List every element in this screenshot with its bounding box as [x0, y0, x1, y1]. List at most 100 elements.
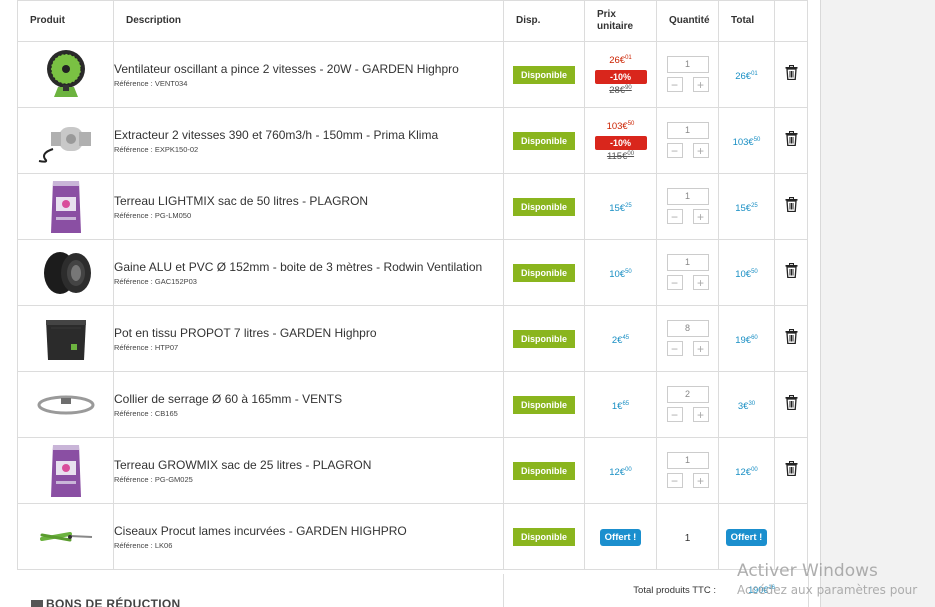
product-reference: Référence : GAC152P03 — [114, 276, 197, 286]
quantity-input[interactable]: 8 — [666, 319, 709, 337]
hose-clamp-icon — [18, 390, 113, 420]
product-description: Pot en tissu PROPOT 7 litres - GARDEN Hi… — [113, 305, 504, 372]
availability-badge: Disponible — [513, 396, 575, 414]
trash-icon[interactable] — [785, 130, 798, 151]
table-row: Terreau GROWMIX sac de 25 litres - PLAGR… — [17, 437, 808, 504]
line-total: 3€30 — [737, 400, 756, 412]
line-total-cell: 103€50 — [718, 107, 775, 174]
product-description: Extracteur 2 vitesses 390 et 760m3/h - 1… — [113, 107, 504, 174]
discount-badge: -10% — [594, 69, 647, 84]
discount-badge: -10% — [594, 135, 647, 150]
product-image[interactable] — [17, 107, 114, 174]
quantity-increase-button[interactable]: + — [692, 406, 709, 422]
product-name[interactable]: Pot en tissu PROPOT 7 litres - GARDEN Hi… — [114, 326, 503, 341]
quantity-stepper: 8 − + — [666, 319, 709, 356]
quantity-decrease-button[interactable]: − — [666, 340, 683, 356]
quantity-input[interactable]: 2 — [666, 385, 709, 403]
quantity-input[interactable]: 1 — [666, 187, 709, 205]
availability-badge: Disponible — [513, 528, 575, 546]
quantity-decrease-button[interactable]: − — [666, 274, 683, 290]
product-name[interactable]: Terreau LIGHTMIX sac de 50 litres - PLAG… — [114, 194, 503, 209]
cart-panel: Produit Description Disp. Prix unitaire Q… — [0, 0, 821, 607]
line-total-cell: 26€01 — [718, 41, 775, 108]
quantity-cell: 2 − + — [656, 371, 719, 438]
trash-icon[interactable] — [785, 64, 798, 85]
line-total-cell: Offert ! — [718, 503, 775, 570]
delete-cell — [774, 437, 808, 504]
quantity-input[interactable]: 1 — [666, 121, 709, 139]
trash-icon[interactable] — [785, 394, 798, 415]
quantity-cell: 1 − + — [656, 41, 719, 108]
quantity-increase-button[interactable]: + — [692, 142, 709, 158]
quantity-value: 1 — [684, 532, 691, 544]
header-disp: Disp. — [503, 0, 585, 42]
quantity-increase-button[interactable]: + — [692, 76, 709, 92]
quantity-decrease-button[interactable]: − — [666, 142, 683, 158]
unit-price: 2€45 — [611, 334, 630, 346]
product-name[interactable]: Ventilateur oscillant a pince 2 vitesses… — [114, 62, 503, 77]
product-description: Terreau LIGHTMIX sac de 50 litres - PLAG… — [113, 173, 504, 240]
total-products-label: Total produits TTC : — [633, 585, 716, 596]
availability-cell: Disponible — [503, 437, 585, 504]
quantity-input[interactable]: 1 — [666, 451, 709, 469]
quantity-decrease-button[interactable]: − — [666, 208, 683, 224]
unit-price-cell: 103€50 -10% 115€00 — [584, 107, 657, 174]
product-image[interactable] — [17, 305, 114, 372]
quantity-decrease-button[interactable]: − — [666, 472, 683, 488]
trash-icon[interactable] — [785, 262, 798, 283]
unit-price-cell: 10€50 — [584, 239, 657, 306]
availability-badge: Disponible — [513, 132, 575, 150]
table-header-row: Produit Description Disp. Prix unitaire Q… — [17, 0, 808, 42]
product-image[interactable] — [17, 437, 114, 504]
product-name[interactable]: Terreau GROWMIX sac de 25 litres - PLAGR… — [114, 458, 503, 473]
line-total-cell: 19€60 — [718, 305, 775, 372]
quantity-cell: 1 — [656, 503, 719, 570]
quantity-cell: 8 − + — [656, 305, 719, 372]
line-total: 10€50 — [735, 268, 758, 280]
trash-icon[interactable] — [785, 460, 798, 481]
product-name[interactable]: Ciseaux Procut lames incurvées - GARDEN … — [114, 524, 503, 539]
availability-badge: Disponible — [513, 264, 575, 282]
product-image[interactable] — [17, 371, 114, 438]
product-description: Gaine ALU et PVC Ø 152mm - boite de 3 mè… — [113, 239, 504, 306]
original-price: 28€90 — [609, 84, 632, 96]
header-total: Total — [718, 0, 775, 42]
product-reference: Référence : HTP07 — [114, 342, 179, 352]
quantity-increase-button[interactable]: + — [692, 472, 709, 488]
delete-cell — [774, 503, 808, 570]
header-description: Description — [113, 0, 504, 42]
availability-badge: Disponible — [513, 330, 575, 348]
availability-badge: Disponible — [513, 462, 575, 480]
trash-icon[interactable] — [785, 328, 798, 349]
quantity-input[interactable]: 1 — [666, 55, 709, 73]
availability-cell: Disponible — [503, 305, 585, 372]
product-name[interactable]: Collier de serrage Ø 60 à 165mm - VENTS — [114, 392, 503, 407]
availability-cell: Disponible — [503, 41, 585, 108]
quantity-input[interactable]: 1 — [666, 253, 709, 271]
product-image[interactable] — [17, 503, 114, 570]
unit-price: 12€00 — [609, 466, 632, 478]
quantity-stepper: 1 − + — [666, 121, 709, 158]
product-description: Terreau GROWMIX sac de 25 litres - PLAGR… — [113, 437, 504, 504]
header-actions — [774, 0, 808, 42]
extractor-fan-icon — [18, 119, 113, 163]
header-quantite: Quantité — [656, 0, 719, 42]
product-reference: Référence : PG-GM025 — [114, 474, 193, 484]
product-name[interactable]: Gaine ALU et PVC Ø 152mm - boite de 3 mè… — [114, 260, 503, 275]
product-image[interactable] — [17, 173, 114, 240]
unit-price-cell: 15€25 — [584, 173, 657, 240]
trash-icon[interactable] — [785, 196, 798, 217]
product-name[interactable]: Extracteur 2 vitesses 390 et 760m3/h - 1… — [114, 128, 503, 143]
quantity-increase-button[interactable]: + — [692, 340, 709, 356]
product-image[interactable] — [17, 239, 114, 306]
quantity-increase-button[interactable]: + — [692, 208, 709, 224]
line-total: 19€60 — [735, 334, 758, 346]
quantity-increase-button[interactable]: + — [692, 274, 709, 290]
table-row: Pot en tissu PROPOT 7 litres - GARDEN Hi… — [17, 305, 808, 372]
unit-price: 1€65 — [611, 400, 630, 412]
delete-cell — [774, 371, 808, 438]
product-image[interactable] — [17, 41, 114, 108]
product-reference: Référence : PG-LM050 — [114, 210, 192, 220]
quantity-decrease-button[interactable]: − — [666, 406, 683, 422]
quantity-decrease-button[interactable]: − — [666, 76, 683, 92]
